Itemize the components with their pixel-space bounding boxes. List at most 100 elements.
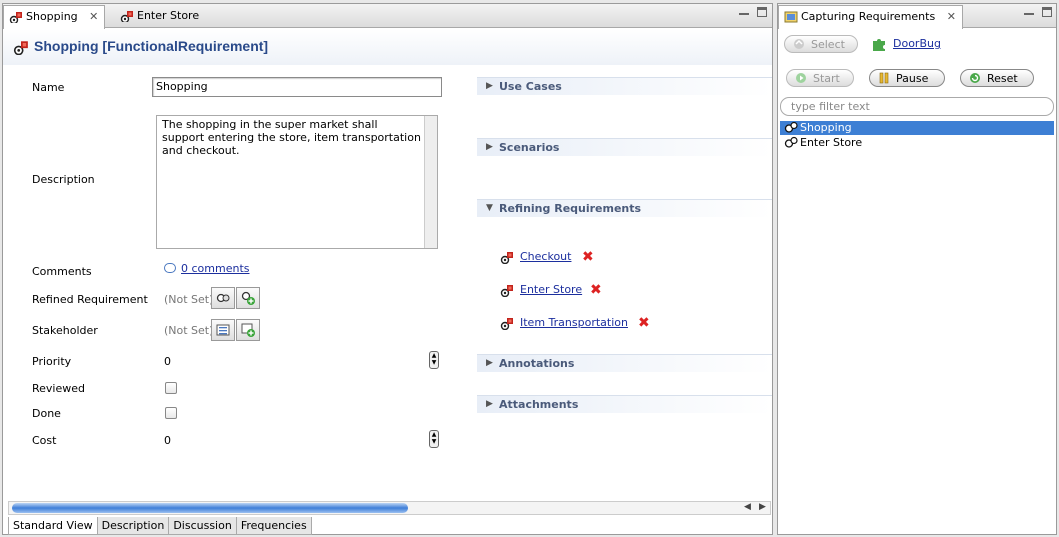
section-attachments[interactable]: ▶ Attachments [477,395,772,413]
browse-requirement-button[interactable] [211,287,235,309]
cost-stepper[interactable]: ▲ ▼ [429,430,439,448]
play-icon [796,73,806,83]
comments-link[interactable]: 0 comments [181,262,250,275]
priority-label: Priority [32,355,72,368]
capturing-requirements-panel: Capturing Requirements ✕ Select DoorBug … [777,3,1057,535]
description-scrollbar[interactable] [424,116,437,248]
refining-link-checkout[interactable]: Checkout [520,250,571,263]
tree-item-shopping[interactable]: Shopping [780,121,1054,135]
scroll-left-icon[interactable]: ◀ [744,502,751,512]
name-field[interactable]: Shopping [152,77,442,97]
done-label: Done [32,407,61,420]
horizontal-scrollbar[interactable]: ◀ ▶ [8,501,771,515]
comment-bubble-icon [164,263,176,273]
select-button[interactable]: Select [784,35,858,53]
tab-label: Enter Store [137,9,200,22]
delete-icon[interactable]: ✖ [582,249,594,265]
tab-frequencies[interactable]: Frequencies [235,517,312,535]
tree-item-enter-store[interactable]: Enter Store [780,136,1054,150]
tab-description[interactable]: Description [96,517,170,535]
expand-icon[interactable]: ▶ [486,358,493,368]
tab-label: Shopping [26,10,78,23]
tab-capturing-requirements[interactable]: Capturing Requirements ✕ [778,5,963,29]
description-field[interactable]: The shopping in the super market shall s… [156,115,438,249]
maximize-icon[interactable] [1042,7,1052,17]
section-title: Scenarios [499,141,560,154]
tab-discussion[interactable]: Discussion [168,517,237,535]
puzzle-icon [873,39,885,51]
pause-button[interactable]: Pause [869,69,945,87]
expand-icon[interactable]: ▶ [486,142,493,152]
requirement-icon [500,251,514,264]
reset-icon [970,73,980,83]
button-label: Pause [896,72,929,85]
requirement-icon [9,11,23,23]
section-scenarios[interactable]: ▶ Scenarios [477,138,772,156]
section-use-cases[interactable]: ▶ Use Cases [477,77,772,95]
requirement-icon [500,317,514,330]
button-label: Select [811,38,845,51]
refined-requirement-value: (Not Set) [164,293,214,306]
expand-icon[interactable]: ▶ [486,81,493,91]
requirement-icon [500,284,514,297]
editor-tabbar: Shopping ✕ Enter Store [3,4,772,29]
maximize-icon[interactable] [757,7,767,17]
done-checkbox[interactable] [165,407,177,419]
page-title: Shopping [FunctionalRequirement] [34,38,269,54]
list-icon [216,324,230,336]
tab-standard-view[interactable]: Standard View [8,517,98,535]
minimize-icon[interactable] [739,7,749,15]
add-stakeholder-button[interactable] [236,319,260,341]
button-label: Reset [987,72,1018,85]
tab-shopping[interactable]: Shopping ✕ [3,5,106,29]
delete-icon[interactable]: ✖ [638,315,650,331]
priority-stepper[interactable]: ▲ ▼ [429,351,439,369]
scrollbar-thumb[interactable] [12,503,408,513]
tree-item-label: Shopping [800,121,852,134]
list-add-icon [241,323,255,337]
priority-value[interactable]: 0 [164,355,171,368]
tab-label: Capturing Requirements [801,10,936,23]
refined-requirement-label: Refined Requirement [32,293,148,306]
reset-button[interactable]: Reset [960,69,1034,87]
gear-link-icon [216,293,230,303]
close-icon[interactable]: ✕ [947,10,956,23]
cost-label: Cost [32,434,57,447]
requirement-gear-icon [784,136,798,148]
reviewed-checkbox[interactable] [165,382,177,394]
cost-value[interactable]: 0 [164,434,171,447]
stakeholder-label: Stakeholder [32,324,98,337]
section-title: Attachments [499,398,579,411]
capture-icon [784,11,798,23]
form-header: Shopping [FunctionalRequirement] [3,29,772,65]
minimize-icon[interactable] [1024,7,1034,15]
requirement-icon [120,10,134,22]
requirement-gear-icon [784,121,798,133]
comments-label: Comments [32,265,92,278]
user-link[interactable]: DoorBug [893,37,941,50]
requirement-editor: Shopping ✕ Enter Store Shopping [Functio… [2,3,773,535]
scroll-right-icon[interactable]: ▶ [759,502,766,512]
section-title: Use Cases [499,80,562,93]
browse-stakeholder-button[interactable] [211,319,235,341]
comments-link-row: 0 comments [164,262,250,275]
description-text: The shopping in the super market shall s… [162,118,421,157]
gear-add-icon [241,291,255,305]
tab-enter-store[interactable]: Enter Store [115,5,205,28]
section-refining-requirements[interactable]: ▼ Refining Requirements [477,199,772,217]
filter-input[interactable]: type filter text [780,97,1054,116]
delete-icon[interactable]: ✖ [590,282,602,298]
add-requirement-button[interactable] [236,287,260,309]
close-icon[interactable]: ✕ [89,10,98,23]
section-title: Annotations [499,357,575,370]
refining-link-item-transportation[interactable]: Item Transportation [520,316,628,329]
start-button[interactable]: Start [786,69,854,87]
refining-link-enter-store[interactable]: Enter Store [520,283,582,296]
collapse-icon[interactable]: ▼ [486,203,493,213]
description-label: Description [32,173,95,186]
pause-icon [879,72,889,84]
expand-icon[interactable]: ▶ [486,399,493,409]
requirement-icon [13,40,29,55]
section-annotations[interactable]: ▶ Annotations [477,354,772,372]
panel-tabbar: Capturing Requirements ✕ [778,4,1056,29]
